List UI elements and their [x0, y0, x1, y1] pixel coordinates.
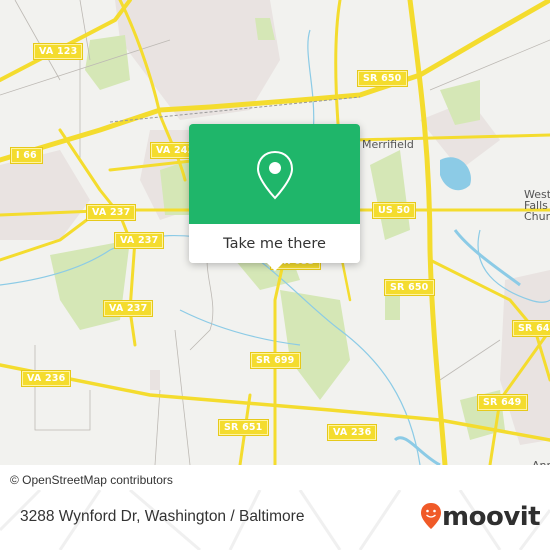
moovit-logo[interactable]: moovit [442, 502, 541, 532]
moovit-pin-logo-icon [421, 503, 441, 529]
route-shield-i66: I 66 [10, 147, 43, 164]
map-attribution[interactable]: © OpenStreetMap contributors [0, 470, 181, 490]
route-shield-sr699: SR 699 [250, 352, 301, 369]
route-shield-sr649: SR 649 [477, 394, 528, 411]
route-shield-sr650: SR 650 [357, 70, 408, 87]
route-shield-sr649: SR 649 [512, 320, 550, 337]
place-label-west-falls-church: West Falls Church [524, 189, 550, 222]
route-shield-us50: US 50 [371, 202, 417, 219]
place-label-annandale: Annandale [532, 460, 550, 466]
place-label-line: Church [524, 210, 550, 223]
route-shield-va123: VA 123 [32, 43, 84, 60]
route-shield-va237: VA 237 [102, 300, 154, 317]
route-shield-sr650: SR 650 [384, 279, 435, 296]
location-popup: Take me there [189, 124, 360, 271]
map-pin-icon [256, 150, 294, 200]
place-label-merrifield: Merrifield [362, 138, 414, 151]
route-shield-va237: VA 237 [85, 204, 137, 221]
popup-header [189, 124, 360, 224]
route-shield-va236: VA 236 [326, 424, 378, 441]
route-shield-va237: VA 237 [113, 232, 165, 249]
route-shield-va236: VA 236 [20, 370, 72, 387]
footer: 3288 Wynford Dr, Washington / Baltimore … [0, 490, 550, 550]
take-me-there-button[interactable]: Take me there [189, 224, 360, 263]
address-label: 3288 Wynford Dr, Washington / Baltimore [20, 508, 305, 525]
route-shield-sr651: SR 651 [218, 419, 269, 436]
popup-pointer [266, 262, 284, 271]
